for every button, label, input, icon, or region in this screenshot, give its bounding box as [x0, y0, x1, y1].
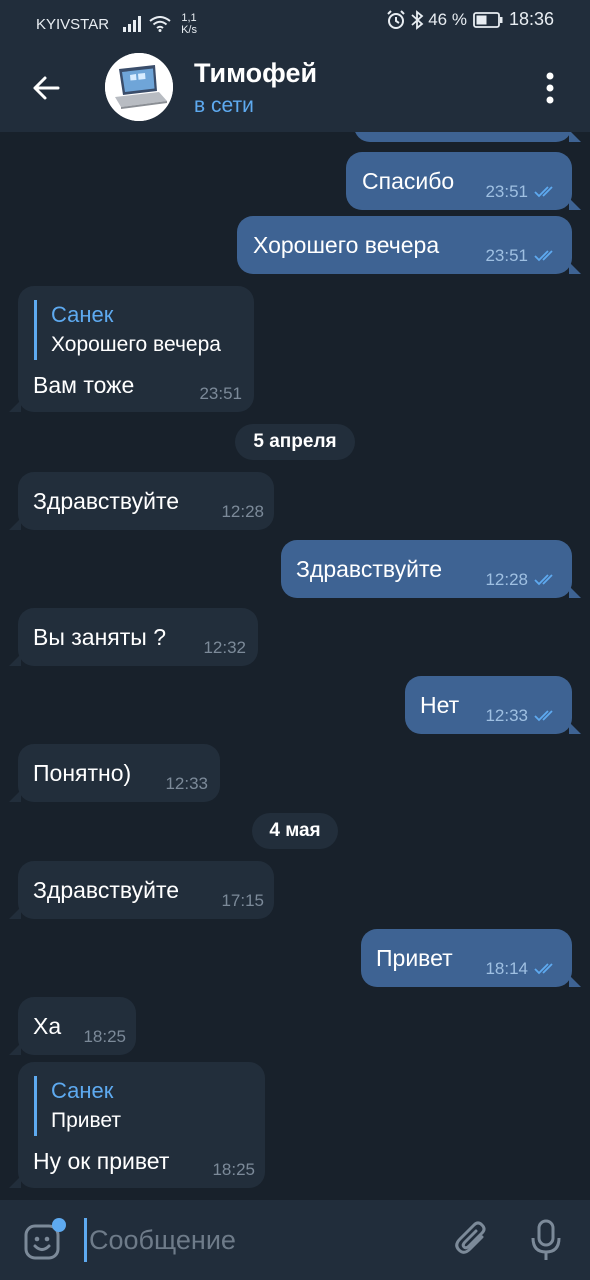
reply-quote[interactable]: Санек Хорошего вечера: [34, 300, 221, 360]
message-time: 12:32: [203, 638, 246, 657]
battery-icon: [473, 11, 503, 28]
message-bubble-incoming[interactable]: Здравствуйте 17:15: [9, 861, 274, 919]
message-bubble-incoming[interactable]: Здравствуйте 12:28: [9, 472, 274, 530]
message-bubble-outgoing[interactable]: Спасибо 23:51: [346, 152, 581, 210]
message-meta: 23:51: [485, 182, 560, 202]
message-text: Спасибо: [362, 168, 455, 194]
chat-title[interactable]: Тимофей: [194, 58, 317, 89]
message-time: 23:51: [485, 246, 528, 265]
status-left: KYIVSTAR 1,1 K/s: [36, 12, 197, 36]
message-text: Нет: [420, 692, 460, 718]
more-vertical-icon[interactable]: [540, 68, 560, 108]
alarm-icon: [387, 9, 405, 29]
message-time: 12:33: [165, 774, 208, 793]
emoji-notification-dot: [52, 1218, 66, 1232]
status-right: 46 % 18:36: [386, 9, 554, 30]
message-bubble-incoming[interactable]: Вы заняты ? 12:32: [9, 608, 258, 666]
message-text: Понятно): [33, 760, 132, 786]
message-meta: 12:28: [485, 570, 560, 590]
message-meta: 23:51: [485, 246, 560, 266]
clock: 18:36: [508, 9, 554, 29]
microphone-icon[interactable]: [530, 1218, 562, 1262]
speed-value: 1,1: [181, 12, 197, 24]
message-text: Ха: [33, 1013, 62, 1039]
double-check-icon: [534, 710, 553, 722]
message-time: 18:25: [212, 1160, 255, 1179]
message-time: 18:14: [485, 959, 528, 978]
message-text: Хорошего вечера: [253, 232, 440, 258]
message-bubble-incoming[interactable]: Понятно) 12:33: [9, 744, 220, 802]
chat-header: Тимофей в сети: [0, 42, 590, 132]
double-check-icon: [534, 250, 553, 262]
message-time: 17:15: [221, 891, 264, 910]
message-time: 23:51: [199, 384, 242, 403]
message-text: Ну ок привет: [33, 1148, 170, 1174]
message-text: Вы заняты ?: [33, 624, 167, 650]
message-list[interactable]: Спасибо 23:51 Хорошего вечера 23:51 Сане…: [0, 132, 590, 1200]
laptop-avatar-image: [105, 53, 173, 121]
battery-percent: 46 %: [428, 9, 467, 29]
message-bubble-incoming[interactable]: Ха 18:25: [9, 997, 136, 1055]
wifi-icon: [149, 16, 171, 32]
message-input[interactable]: [84, 1218, 429, 1262]
reply-text: Привет: [51, 1109, 122, 1132]
status-bar: KYIVSTAR 1,1 K/s 46 % 18:36: [0, 0, 590, 42]
message-text: Здравствуйте: [33, 488, 180, 514]
message-text: Привет: [376, 945, 453, 971]
carrier-label: KYIVSTAR: [36, 15, 110, 33]
reply-author: Санек: [51, 1078, 114, 1103]
date-separator: 5 апреля: [235, 424, 355, 460]
reply-quote[interactable]: Санек Привет: [34, 1076, 121, 1136]
message-bubble-incoming-reply[interactable]: Санек Привет Ну ок привет 18:25: [9, 1062, 265, 1188]
message-bubble-outgoing[interactable]: Нет 12:33: [405, 676, 581, 734]
message-time: 18:25: [83, 1027, 126, 1046]
double-check-icon: [534, 186, 553, 198]
message-time: 12:28: [485, 570, 528, 589]
speed-unit: K/s: [181, 24, 197, 36]
contact-avatar[interactable]: [105, 53, 173, 121]
date-separator: 4 мая: [252, 813, 338, 849]
double-check-icon: [534, 963, 553, 975]
reply-author: Санек: [51, 302, 114, 327]
message-text: Здравствуйте: [296, 556, 443, 582]
network-speed: 1,1 K/s: [181, 12, 197, 36]
signal-icon: [123, 16, 142, 32]
message-meta: 18:14: [485, 959, 560, 979]
bluetooth-icon: [411, 9, 424, 30]
message-text: Здравствуйте: [33, 877, 180, 903]
message-bubble-incoming-reply[interactable]: Санек Хорошего вечера Вам тоже 23:51: [9, 286, 254, 412]
online-status: в сети: [194, 94, 254, 117]
message-time: 12:33: [485, 706, 528, 725]
message-bubble-partial: [354, 132, 581, 142]
reply-text: Хорошего вечера: [51, 333, 221, 356]
message-time: 12:28: [221, 502, 264, 521]
attach-icon[interactable]: [452, 1220, 492, 1260]
message-text: Вам тоже: [33, 372, 135, 398]
message-bubble-outgoing[interactable]: Привет 18:14: [361, 929, 581, 987]
message-bubble-outgoing[interactable]: Здравствуйте 12:28: [281, 540, 581, 598]
message-composer: [0, 1200, 590, 1280]
message-time: 23:51: [485, 182, 528, 201]
message-bubble-outgoing[interactable]: Хорошего вечера 23:51: [237, 216, 581, 274]
double-check-icon: [534, 574, 553, 586]
message-meta: 12:33: [485, 706, 560, 726]
back-arrow-icon[interactable]: [28, 70, 64, 106]
